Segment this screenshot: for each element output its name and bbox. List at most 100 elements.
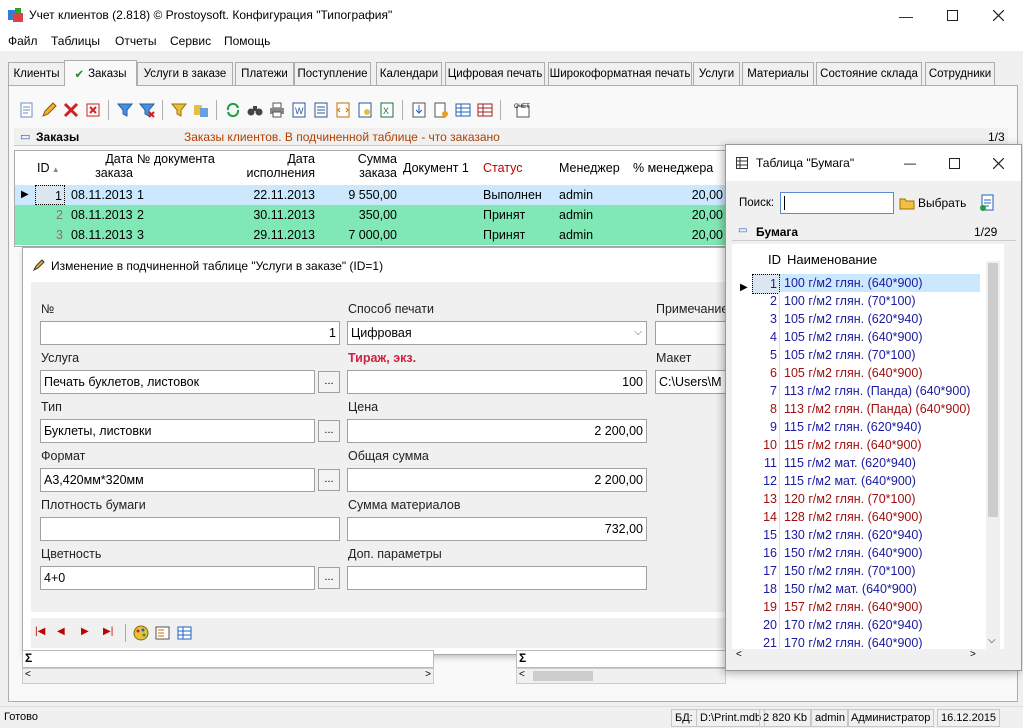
- tab-clients[interactable]: Клиенты: [8, 62, 65, 85]
- scroll-right-icon[interactable]: >: [970, 649, 976, 660]
- close-button[interactable]: [975, 0, 1021, 31]
- list-item[interactable]: 10 115 г/м2 глян. (640*900): [752, 436, 980, 454]
- tab-employees[interactable]: Сотрудники: [925, 62, 995, 85]
- list-item[interactable]: 19 157 г/м2 глян. (640*900): [752, 598, 980, 616]
- list-item[interactable]: 14 128 г/м2 глян. (640*900): [752, 508, 980, 526]
- list-item[interactable]: 15 130 г/м2 глян. (620*940): [752, 526, 980, 544]
- export-doc-icon[interactable]: [312, 101, 330, 119]
- tab-payments[interactable]: Платежи: [235, 62, 294, 85]
- maket-field[interactable]: C:\Users\M: [655, 370, 735, 394]
- first-record-icon[interactable]: |◀: [35, 626, 45, 637]
- list-item[interactable]: 1 100 г/м2 глян. (640*900): [752, 274, 980, 294]
- paper-maximize-button[interactable]: [932, 145, 976, 181]
- col-header-sum[interactable]: Сумма заказа: [335, 152, 397, 180]
- add-record-icon[interactable]: [18, 101, 36, 119]
- total-field[interactable]: 2 200,00: [347, 468, 647, 492]
- tab-wide-print[interactable]: Широкоформатная печать: [548, 62, 692, 85]
- scroll-thumb[interactable]: [533, 671, 593, 681]
- tab-calendars[interactable]: Календари: [376, 62, 442, 85]
- binoculars-search-icon[interactable]: [246, 101, 264, 119]
- list-item[interactable]: 6 105 г/м2 глян. (640*900): [752, 364, 980, 382]
- tab-receipts[interactable]: Поступление: [294, 62, 371, 85]
- scroll-down-icon[interactable]: ⌵: [988, 635, 996, 646]
- export-report-icon[interactable]: [356, 101, 374, 119]
- next-record-icon[interactable]: ▶: [81, 626, 89, 637]
- table-settings-icon[interactable]: [177, 625, 193, 641]
- service-field[interactable]: Печать буклетов, листовок: [40, 370, 315, 394]
- type-field[interactable]: Буклеты, листовки: [40, 419, 315, 443]
- scroll-right-icon[interactable]: >: [425, 669, 431, 680]
- list-item[interactable]: 21 170 г/м2 глян. (640*900): [752, 634, 980, 649]
- format-field[interactable]: А3,420мм*320мм: [40, 468, 315, 492]
- paper-minimize-button[interactable]: —: [888, 145, 932, 181]
- last-record-icon[interactable]: ▶|: [103, 626, 113, 637]
- menu-reports[interactable]: Отчеты: [115, 34, 156, 48]
- list-item[interactable]: 2 100 г/м2 глян. (70*100): [752, 292, 980, 310]
- paper-vertical-scrollbar[interactable]: ⌵: [986, 261, 1000, 649]
- paper-col-header-id[interactable]: ID: [768, 252, 781, 267]
- list-item[interactable]: 5 105 г/м2 глян. (70*100): [752, 346, 980, 364]
- note-field[interactable]: [655, 321, 735, 345]
- tab-order-services[interactable]: Услуги в заказе: [137, 62, 233, 85]
- price-field[interactable]: 2 200,00: [347, 419, 647, 443]
- paper-select-button[interactable]: Выбрать: [899, 193, 971, 213]
- collapse-icon[interactable]: ▭: [738, 225, 747, 236]
- paper-col-header-name[interactable]: Наименование: [787, 252, 877, 267]
- filter-selection-icon[interactable]: [170, 101, 188, 119]
- list-item[interactable]: 7 113 г/м2 глян. (Панда) (640*900): [752, 382, 980, 400]
- invoice-icon[interactable]: СЧЕТ: [508, 101, 538, 119]
- prev-record-icon[interactable]: ◀: [57, 626, 65, 637]
- color-field[interactable]: 4+0: [40, 566, 315, 590]
- document-settings-icon[interactable]: [432, 101, 450, 119]
- list-item[interactable]: 8 113 г/м2 глян. (Панда) (640*900): [752, 400, 980, 418]
- print-icon[interactable]: [268, 101, 286, 119]
- paper-close-button[interactable]: [976, 145, 1020, 181]
- materials-sum-field[interactable]: 732,00: [347, 517, 647, 541]
- edit-pencil-icon[interactable]: [40, 101, 58, 119]
- table-row[interactable]: ▶ 1 08.11.2013 1 22.11.2013 9 550,00 Вып…: [15, 185, 733, 205]
- export-word-icon[interactable]: W: [290, 101, 308, 119]
- collapse-icon[interactable]: ▭: [20, 130, 30, 143]
- maximize-button[interactable]: [929, 0, 975, 31]
- col-header-manager[interactable]: Менеджер: [559, 161, 620, 175]
- menu-service[interactable]: Сервис: [170, 34, 211, 48]
- col-header-document1[interactable]: Документ 1: [403, 161, 469, 175]
- list-item[interactable]: 9 115 г/м2 глян. (620*940): [752, 418, 980, 436]
- format-browse-button[interactable]: ...: [318, 469, 340, 491]
- refresh-icon[interactable]: [224, 101, 242, 119]
- list-item[interactable]: 20 170 г/м2 глян. (620*940): [752, 616, 980, 634]
- list-item[interactable]: 11 115 г/м2 мат. (620*940): [752, 454, 980, 472]
- delete-icon[interactable]: [62, 101, 80, 119]
- list-item[interactable]: 16 150 г/м2 глян. (640*900): [752, 544, 980, 562]
- export-html-icon[interactable]: [334, 101, 352, 119]
- table-edit-icon[interactable]: [476, 101, 494, 119]
- paper-add-icon[interactable]: [979, 194, 997, 212]
- menu-file[interactable]: Файл: [8, 34, 38, 48]
- list-item[interactable]: 17 150 г/м2 глян. (70*100): [752, 562, 980, 580]
- density-field[interactable]: [40, 517, 340, 541]
- tab-materials[interactable]: Материалы: [742, 62, 814, 85]
- horizontal-scrollbar-right[interactable]: <: [516, 668, 726, 684]
- minimize-button[interactable]: —: [883, 0, 929, 31]
- col-header-order-date[interactable]: Дата заказа: [71, 152, 133, 180]
- properties-icon[interactable]: [155, 625, 171, 641]
- color-browse-button[interactable]: ...: [318, 567, 340, 589]
- col-header-id[interactable]: ID ▲: [37, 161, 60, 177]
- tirage-field[interactable]: 100: [347, 370, 647, 394]
- service-browse-button[interactable]: ...: [318, 371, 340, 393]
- list-item[interactable]: 12 115 г/м2 мат. (640*900): [752, 472, 980, 490]
- list-item[interactable]: 4 105 г/м2 глян. (640*900): [752, 328, 980, 346]
- scroll-left-icon[interactable]: <: [736, 649, 742, 660]
- scroll-thumb[interactable]: [988, 263, 998, 517]
- import-icon[interactable]: [410, 101, 428, 119]
- tab-services[interactable]: Услуги: [693, 62, 740, 85]
- filter-clear-icon[interactable]: [138, 101, 156, 119]
- scroll-left-icon[interactable]: <: [25, 669, 31, 680]
- tab-digital-print[interactable]: Цифровая печать: [445, 62, 545, 85]
- col-header-manager-pct[interactable]: % менеджера: [633, 161, 713, 175]
- col-header-status[interactable]: Статус: [483, 161, 523, 175]
- list-item[interactable]: 18 150 г/м2 мат. (640*900): [752, 580, 980, 598]
- group-icon[interactable]: [192, 101, 210, 119]
- print-method-select[interactable]: Цифровая ⌵: [347, 321, 647, 345]
- table-icon[interactable]: [454, 101, 472, 119]
